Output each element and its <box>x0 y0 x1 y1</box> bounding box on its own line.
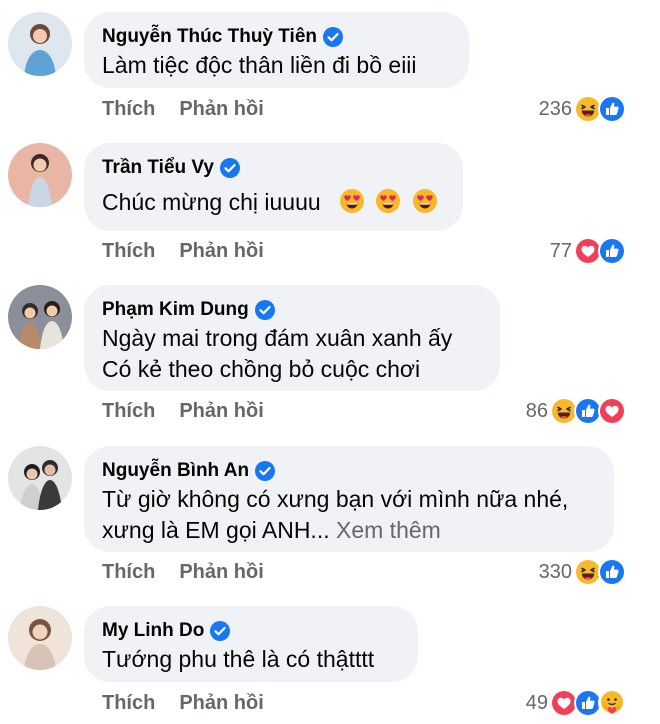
comment-text-line: Từ giờ không có xưng bạn với mình nữa nh… <box>102 486 569 512</box>
avatar[interactable] <box>8 285 72 349</box>
reaction-count: 49 <box>525 691 548 714</box>
comment-bubble: Phạm Kim Dung Ngày mai trong đám xuân xa… <box>84 285 500 391</box>
comment-bubble: My Linh Do Tướng phu thê là có thậtttt <box>84 606 418 682</box>
verified-badge-icon <box>210 621 230 641</box>
reaction-count: 77 <box>549 239 572 262</box>
reply-button[interactable]: Phản hồi <box>179 692 263 715</box>
comment-text: Tướng phu thê là có thậtttt <box>102 646 375 672</box>
verified-badge-icon <box>323 27 343 47</box>
reaction-summary[interactable]: 330 <box>539 557 626 587</box>
reaction-summary[interactable]: 86 <box>526 396 626 426</box>
comment-bubble: Nguyễn Bình An Từ giờ không có xưng bạn … <box>84 446 614 552</box>
verified-badge-icon <box>255 461 275 481</box>
comment-text-line: xưng là EM gọi ANH... <box>102 517 330 543</box>
comment-text-line: Ngày mai trong đám xuân xanh ấy <box>102 325 453 351</box>
reaction-summary[interactable]: 77 <box>550 236 626 266</box>
comment-text: Làm tiệc độc thân liền đi bồ eiii <box>102 52 417 78</box>
reply-button[interactable]: Phản hồi <box>179 98 263 121</box>
author-name[interactable]: Trần Tiểu Vy <box>102 157 214 179</box>
heart-eyes-emoji-icon <box>412 188 438 214</box>
see-more-link[interactable]: Xem thêm <box>336 517 441 543</box>
avatar[interactable] <box>8 143 72 207</box>
reply-button[interactable]: Phản hồi <box>179 561 263 584</box>
author-name[interactable]: Nguyễn Bình An <box>102 460 249 482</box>
comment-bubble: Trần Tiểu Vy Chúc mừng chị iuuuu <box>84 143 463 231</box>
verified-badge-icon <box>220 158 240 178</box>
like-button[interactable]: Thích <box>102 400 155 423</box>
like-reaction-icon <box>598 558 626 586</box>
heart-eyes-emoji-icon <box>339 188 365 214</box>
love-reaction-icon <box>598 397 626 425</box>
author-name[interactable]: Nguyễn Thúc Thuỳ Tiên <box>102 26 317 48</box>
like-button[interactable]: Thích <box>102 98 155 121</box>
care-reaction-icon <box>598 689 626 717</box>
author-name[interactable]: My Linh Do <box>102 620 204 642</box>
comment-actions: Thích Phản hồi <box>102 557 264 587</box>
comment-bubble: Nguyễn Thúc Thuỳ Tiên Làm tiệc độc thân … <box>84 12 469 88</box>
reply-button[interactable]: Phản hồi <box>179 240 263 263</box>
reaction-count: 330 <box>538 560 572 583</box>
reaction-count: 86 <box>525 399 548 422</box>
comment-actions: Thích Phản hồi <box>102 94 264 124</box>
reply-button[interactable]: Phản hồi <box>179 400 263 423</box>
author-name[interactable]: Phạm Kim Dung <box>102 299 249 321</box>
like-reaction-icon <box>598 95 626 123</box>
comment-actions: Thích Phản hồi <box>102 396 264 426</box>
like-button[interactable]: Thích <box>102 240 155 263</box>
like-button[interactable]: Thích <box>102 692 155 715</box>
like-reaction-icon <box>598 237 626 265</box>
reaction-count: 236 <box>538 97 572 120</box>
avatar[interactable] <box>8 606 72 670</box>
reaction-summary[interactable]: 49 <box>526 688 626 718</box>
avatar[interactable] <box>8 12 72 76</box>
heart-eyes-emoji-icon <box>375 188 401 214</box>
comment-actions: Thích Phản hồi <box>102 236 264 266</box>
comment-actions: Thích Phản hồi <box>102 688 264 718</box>
reaction-summary[interactable]: 236 <box>539 94 626 124</box>
avatar[interactable] <box>8 446 72 510</box>
comment-text-line: Có kẻ theo chồng bỏ cuộc chơi <box>102 356 421 382</box>
verified-badge-icon <box>255 300 275 320</box>
comment-text: Chúc mừng chị iuuuu <box>102 189 321 215</box>
like-button[interactable]: Thích <box>102 561 155 584</box>
